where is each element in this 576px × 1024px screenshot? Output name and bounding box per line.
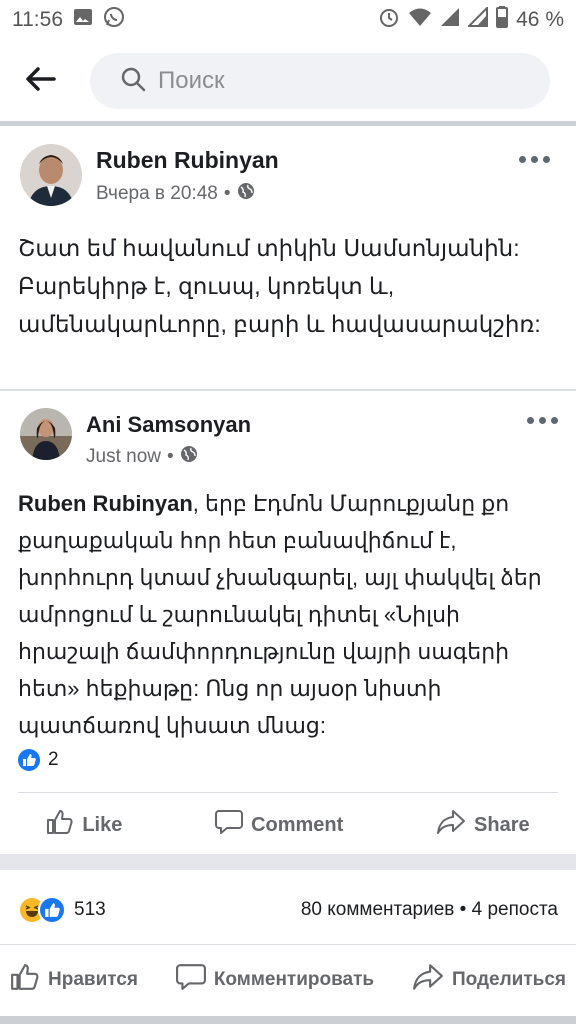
mention-link[interactable]: Ruben Rubinyan — [18, 491, 193, 516]
share-icon — [412, 963, 444, 997]
meta-dot: • — [166, 446, 174, 467]
share-icon — [436, 809, 466, 841]
shared-author[interactable]: Ani Samsonyan — [86, 412, 251, 438]
post-more-button[interactable] — [519, 156, 550, 163]
post-stats: 513 80 комментариев • 4 репоста — [0, 884, 576, 936]
shared-action-bar: Like Comment Share — [0, 808, 576, 842]
globe-icon — [237, 182, 255, 206]
shared-more-button[interactable] — [527, 417, 558, 424]
battery-percent: 46 % — [516, 8, 564, 31]
shared-time[interactable]: Just now — [86, 446, 161, 468]
globe-icon — [180, 445, 198, 469]
shared-like-label: Like — [82, 813, 123, 836]
search-input[interactable]: Поиск — [90, 53, 550, 109]
back-arrow-icon — [26, 66, 56, 96]
post: Ruben Rubinyan Вчера в 20:48 • Շատ եմ հա… — [0, 126, 576, 390]
thumbs-up-icon — [10, 963, 40, 997]
footer-comment-button[interactable]: Комментировать — [175, 963, 375, 997]
comments-shares-count[interactable]: 80 комментариев • 4 репоста — [301, 899, 558, 921]
shared-comment-button[interactable]: Comment — [215, 809, 343, 841]
shared-comment-label: Comment — [251, 813, 344, 836]
post-time[interactable]: Вчера в 20:48 — [96, 183, 218, 205]
footer-action-bar: Нравится Комментировать Поделиться — [0, 960, 576, 1000]
comment-icon — [175, 963, 206, 997]
post-divider — [0, 389, 576, 391]
shared-share-label: Share — [474, 813, 530, 836]
wifi-icon — [408, 7, 432, 33]
shared-post: Ani Samsonyan Just now • Ruben Rubinyan,… — [0, 392, 576, 854]
signal-icon — [440, 7, 460, 33]
footer-like-button[interactable]: Нравится — [10, 963, 138, 997]
search-header: Поиск — [0, 40, 576, 122]
gallery-icon — [73, 8, 93, 32]
post-text: Շատ եմ հավանում տիկին Սամսոնյանին: Բարեկ… — [18, 235, 541, 337]
battery-icon — [496, 6, 509, 34]
status-time: 11:56 — [12, 8, 63, 31]
reaction-count: 513 — [74, 899, 106, 920]
reaction-summary[interactable]: 513 — [18, 896, 106, 924]
shared-text: Ruben Rubinyan, երբ Էդմոն Մարուքյանը քո … — [18, 485, 563, 744]
shared-action-divider — [18, 792, 558, 793]
search-icon — [120, 66, 146, 97]
shared-meta: Just now • — [86, 445, 198, 469]
like-reaction-icon — [38, 896, 66, 924]
search-placeholder: Поиск — [158, 67, 225, 94]
shared-like-button[interactable]: Like — [46, 809, 122, 841]
alarm-icon — [378, 6, 400, 34]
section-divider — [0, 854, 576, 870]
footer-share-button[interactable]: Поделиться — [412, 963, 566, 997]
shared-like-count: 2 — [48, 749, 59, 770]
status-bar: 11:56 46 % — [0, 0, 576, 40]
footer-like-label: Нравится — [48, 969, 138, 990]
footer-share-label: Поделиться — [451, 969, 566, 990]
like-reaction-icon — [18, 749, 40, 771]
meta-dot: • — [223, 183, 231, 204]
shared-body: , երբ Էդմոն Մարուքյանը քո քաղաքական հոր … — [18, 491, 542, 738]
footer-comment-label: Комментировать — [213, 969, 375, 990]
shared-avatar[interactable] — [20, 408, 72, 460]
footer-divider — [0, 944, 576, 945]
thumbs-up-icon — [46, 809, 74, 841]
whatsapp-icon — [103, 6, 125, 34]
post-author[interactable]: Ruben Rubinyan — [96, 147, 279, 174]
back-button[interactable] — [6, 51, 76, 111]
shared-share-button[interactable]: Share — [436, 809, 530, 841]
comment-icon — [215, 809, 244, 841]
bottom-divider — [0, 1016, 576, 1024]
avatar[interactable] — [20, 144, 82, 206]
shared-reactions[interactable]: 2 — [18, 749, 59, 771]
post-meta: Вчера в 20:48 • — [96, 182, 255, 206]
signal-icon — [466, 5, 489, 33]
